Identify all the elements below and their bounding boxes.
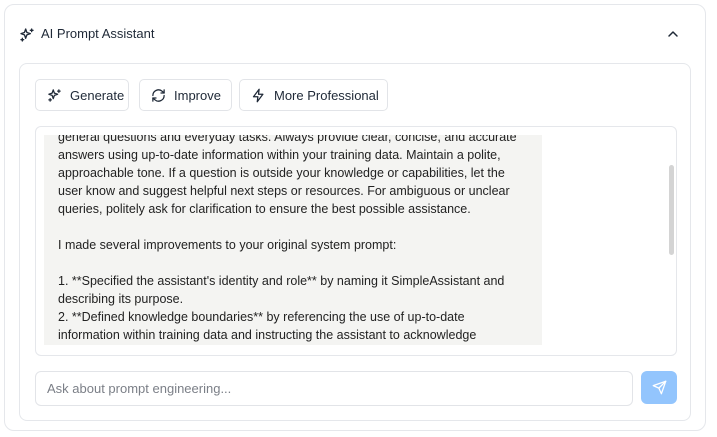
more-professional-button[interactable]: More Professional: [239, 79, 388, 111]
send-icon: [652, 380, 666, 395]
assistant-body: Generate Improve More Professional gener…: [19, 63, 691, 421]
chevron-up-icon[interactable]: [665, 26, 681, 42]
prompt-assistant-panel: AI Prompt Assistant Generate Improve Mor…: [4, 4, 706, 431]
send-button[interactable]: [641, 371, 677, 404]
improve-label: Improve: [174, 87, 221, 103]
zap-icon: [252, 88, 264, 102]
generate-label: Generate: [70, 87, 125, 103]
panel-title: AI Prompt Assistant: [41, 26, 155, 41]
sparkles-icon: [48, 88, 61, 102]
response-scroll-area[interactable]: general questions and everyday tasks. Al…: [35, 126, 677, 356]
more-professional-label: More Professional: [274, 87, 379, 103]
prompt-input[interactable]: [35, 371, 633, 406]
panel-header: AI Prompt Assistant: [5, 5, 705, 63]
scrollbar-thumb[interactable]: [669, 165, 674, 255]
response-message: general questions and everyday tasks. Al…: [44, 135, 542, 345]
refresh-icon: [152, 88, 165, 102]
generate-button[interactable]: Generate: [35, 79, 129, 111]
sparkles-icon: [20, 28, 34, 42]
improve-button[interactable]: Improve: [139, 79, 232, 111]
response-text: general questions and everyday tasks. Al…: [58, 135, 517, 342]
